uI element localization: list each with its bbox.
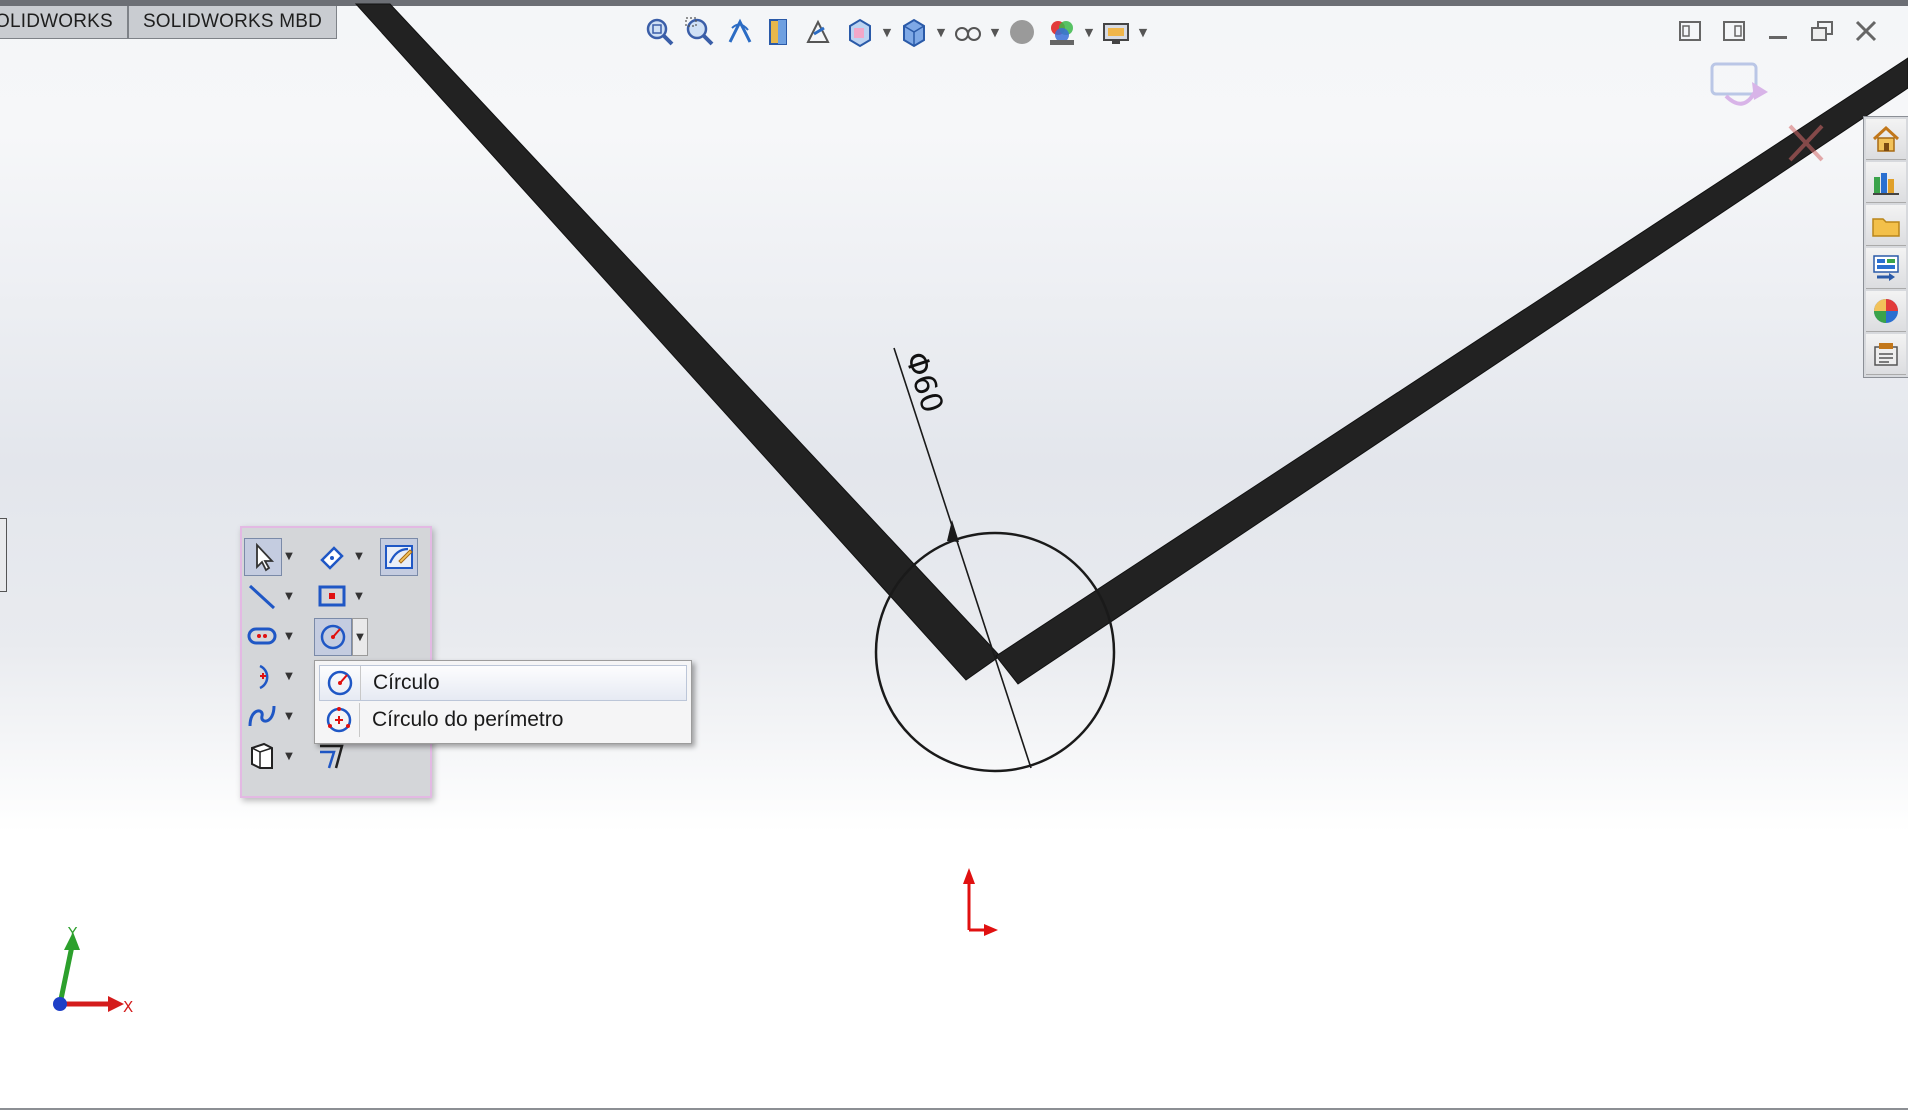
dimension-label[interactable]: Φ60: [897, 348, 949, 418]
triad-x-label: X: [123, 998, 133, 1016]
smart-dimension-dropdown[interactable]: ▼: [352, 538, 366, 574]
sketch-beam-left[interactable]: [354, 3, 1001, 681]
view-settings-icon[interactable]: [1096, 12, 1136, 52]
arc-dropdown[interactable]: ▼: [282, 658, 296, 694]
rectangle-dropdown[interactable]: ▼: [352, 578, 366, 614]
custom-properties-icon[interactable]: [1866, 334, 1906, 375]
appearances-icon[interactable]: [1866, 291, 1906, 332]
heads-up-view-toolbar: ▼ ▼ ▼ ▼ ▼: [640, 12, 1150, 52]
circle-icon[interactable]: [314, 618, 352, 656]
circle-tools-flyout: Círculo Círculo do perímetro: [314, 660, 692, 744]
sketch-beam-right[interactable]: [995, 57, 1908, 685]
section-view-icon[interactable]: [760, 12, 800, 52]
select-dropdown[interactable]: ▼: [282, 538, 296, 574]
hide-show-items-icon[interactable]: [948, 12, 988, 52]
apply-scene-dropdown[interactable]: ▼: [1082, 12, 1096, 52]
spline-dropdown[interactable]: ▼: [282, 698, 296, 734]
view-orientation-dropdown[interactable]: ▼: [880, 12, 894, 52]
circle-icon: [320, 666, 360, 700]
view-palette-icon[interactable]: [1866, 248, 1906, 289]
menu-item-perimeter-circle[interactable]: Círculo do perímetro: [319, 703, 685, 737]
file-explorer-icon[interactable]: [1866, 205, 1906, 246]
hide-show-dropdown[interactable]: ▼: [988, 12, 1002, 52]
menu-item-circle[interactable]: Círculo: [319, 665, 687, 701]
dimension-arrow: [947, 520, 959, 542]
zoom-to-fit-icon[interactable]: [640, 12, 680, 52]
edit-appearance-icon[interactable]: [1002, 12, 1042, 52]
reference-triad: Y X: [53, 924, 133, 1016]
select-icon[interactable]: [244, 538, 282, 576]
feature-manager-collapse-handle[interactable]: [0, 518, 7, 592]
display-style-dropdown[interactable]: ▼: [934, 12, 948, 52]
display-style-icon[interactable]: [894, 12, 934, 52]
confirmation-corner[interactable]: [1710, 62, 1824, 162]
plane-icon[interactable]: [244, 738, 280, 774]
restore-icon[interactable]: [1800, 14, 1844, 48]
smart-dimension-icon[interactable]: [314, 538, 350, 574]
slot-dropdown[interactable]: ▼: [282, 618, 296, 654]
circle-dropdown[interactable]: ▼: [352, 618, 368, 656]
slot-icon[interactable]: [244, 618, 280, 654]
view-orientation-icon[interactable]: [840, 12, 880, 52]
document-window-controls: [1668, 14, 1888, 48]
sketch-icon[interactable]: [380, 538, 418, 576]
zoom-to-area-icon[interactable]: [680, 12, 720, 52]
tile-right-icon[interactable]: [1712, 14, 1756, 48]
previous-view-icon[interactable]: [720, 12, 760, 52]
spline-icon[interactable]: [244, 698, 280, 734]
line-dropdown[interactable]: ▼: [282, 578, 296, 614]
view-settings-dropdown[interactable]: ▼: [1136, 12, 1150, 52]
design-library-icon[interactable]: [1866, 162, 1906, 203]
line-icon[interactable]: [244, 578, 280, 614]
close-icon[interactable]: [1844, 14, 1888, 48]
rectangle-icon[interactable]: [314, 578, 350, 614]
menu-item-label: Círculo: [360, 666, 440, 700]
exit-sketch-icon: [1710, 62, 1768, 106]
sketch-origin-icon: [963, 868, 998, 936]
plane-dropdown[interactable]: ▼: [282, 738, 296, 774]
dynamic-annotation-icon[interactable]: [800, 12, 840, 52]
minimize-icon[interactable]: [1756, 14, 1800, 48]
tile-left-icon[interactable]: [1668, 14, 1712, 48]
triad-y-label: Y: [67, 924, 78, 942]
apply-scene-icon[interactable]: [1042, 12, 1082, 52]
home-icon[interactable]: [1866, 119, 1906, 160]
task-pane-tabs: [1863, 116, 1908, 378]
arc-icon[interactable]: [244, 658, 280, 694]
menu-item-label: Círculo do perímetro: [359, 703, 563, 737]
perimeter-circle-icon: [319, 703, 359, 737]
